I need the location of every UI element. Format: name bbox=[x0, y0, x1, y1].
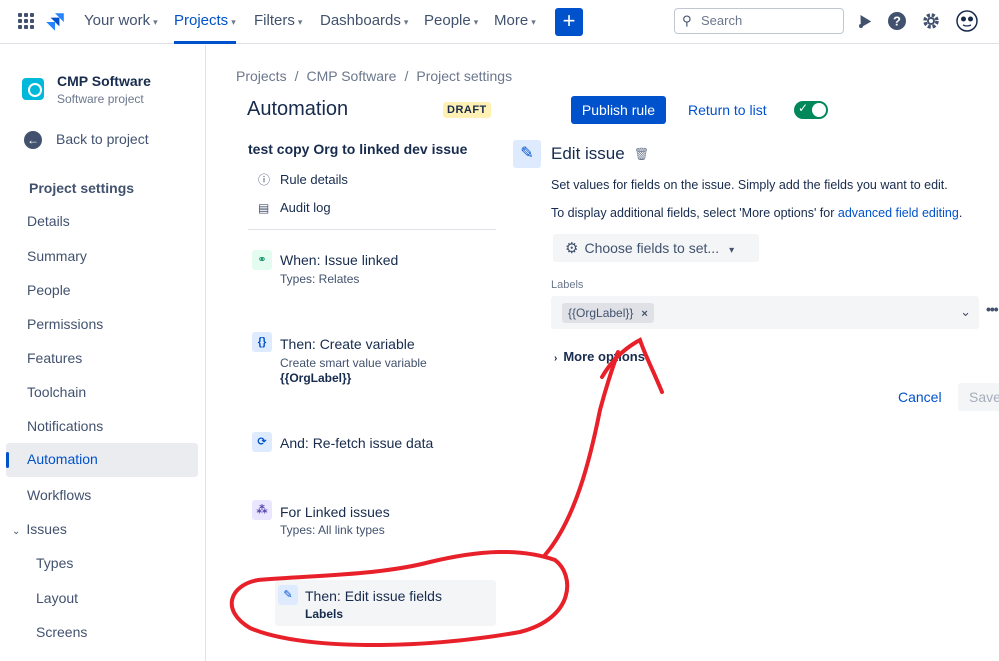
project-name: CMP Software bbox=[57, 73, 151, 89]
gear-icon: ⚙ bbox=[565, 240, 579, 257]
component-edit-field: Labels bbox=[305, 607, 344, 621]
advanced-field-editing-link[interactable]: advanced field editing bbox=[838, 206, 959, 220]
labels-field-label: Labels bbox=[551, 279, 584, 291]
refresh-icon: ⟳ bbox=[252, 432, 272, 452]
rule-name: test copy Org to linked dev issue bbox=[248, 141, 468, 157]
chevron-down-icon: ▾ bbox=[473, 17, 479, 27]
page-title: Automation bbox=[247, 98, 349, 120]
edit-panel-title: Edit issue bbox=[551, 144, 625, 163]
more-actions-icon[interactable]: ••• bbox=[986, 301, 999, 317]
component-branch-sub: Types: All link types bbox=[280, 523, 385, 537]
sidebar-item-summary[interactable]: Summary bbox=[27, 248, 87, 264]
project-avatar bbox=[22, 78, 44, 100]
divider bbox=[248, 229, 496, 230]
nav-more[interactable]: More ▾ bbox=[494, 0, 536, 44]
choose-fields-button[interactable]: ⚙ Choose fields to set... ▾ bbox=[553, 234, 759, 262]
label-chip: {{OrgLabel}} × bbox=[562, 303, 654, 323]
chevron-down-icon: ⌄ bbox=[12, 526, 21, 537]
document-icon: ▤ bbox=[258, 201, 270, 215]
component-variable-title[interactable]: Then: Create variable bbox=[280, 336, 415, 352]
component-variable-name: {{OrgLabel}} bbox=[280, 371, 352, 385]
settings-gear-icon[interactable] bbox=[920, 10, 942, 32]
component-edit-title[interactable]: Then: Edit issue fields bbox=[305, 588, 442, 604]
breadcrumb-projects[interactable]: Projects bbox=[236, 68, 287, 84]
create-button[interactable]: + bbox=[555, 8, 583, 36]
cancel-button[interactable]: Cancel bbox=[898, 389, 942, 405]
sidebar-item-workflows[interactable]: Workflows bbox=[27, 487, 91, 503]
arrow-left-icon: ← bbox=[24, 131, 42, 150]
search-icon: ⚲ bbox=[682, 13, 692, 28]
edit-description-more: To display additional fields, select 'Mo… bbox=[551, 206, 963, 220]
save-button[interactable]: Save bbox=[958, 383, 999, 411]
breadcrumb: Projects / CMP Software / Project settings bbox=[236, 68, 513, 84]
remove-chip-icon[interactable]: × bbox=[641, 308, 647, 320]
component-branch-title[interactable]: For Linked issues bbox=[280, 504, 390, 520]
trash-icon[interactable]: 🗑 bbox=[634, 147, 649, 161]
chevron-down-icon: ▾ bbox=[297, 17, 303, 27]
component-trigger-sub: Types: Relates bbox=[280, 272, 360, 286]
more-options-toggle[interactable]: › More options bbox=[554, 349, 645, 364]
notifications-icon[interactable] bbox=[853, 10, 875, 32]
chevron-down-icon: ▾ bbox=[153, 17, 158, 27]
breadcrumb-settings[interactable]: Project settings bbox=[416, 68, 512, 84]
sidebar-item-notifications[interactable]: Notifications bbox=[27, 418, 103, 434]
branch-icon: ⁂ bbox=[252, 500, 272, 520]
chevron-down-icon[interactable]: ⌄ bbox=[960, 304, 971, 320]
return-to-list-link[interactable]: Return to list bbox=[688, 102, 767, 118]
edit-description: Set values for fields on the issue. Simp… bbox=[551, 178, 948, 192]
sidebar-item-features[interactable]: Features bbox=[27, 350, 82, 366]
chevron-down-icon: ▾ bbox=[729, 245, 735, 256]
draft-badge: DRAFT bbox=[443, 102, 491, 118]
avatar[interactable] bbox=[956, 10, 978, 32]
link-icon: ⚭ bbox=[252, 250, 272, 270]
top-navigation: Your work ▾ Projects ▾ Filters ▾ Dashboards… bbox=[0, 0, 999, 44]
app-switcher-icon[interactable] bbox=[18, 13, 34, 29]
labels-select[interactable]: {{OrgLabel}} × ⌄ bbox=[551, 296, 979, 329]
project-sidebar: CMP Software Software project ← Back to p… bbox=[0, 45, 206, 661]
nav-filters[interactable]: Filters ▾ bbox=[254, 0, 302, 44]
check-icon: ✓ bbox=[798, 101, 809, 115]
component-variable-sub: Create smart value variable bbox=[280, 356, 427, 370]
jira-logo-icon[interactable] bbox=[44, 11, 66, 33]
chevron-right-icon: › bbox=[554, 353, 558, 364]
breadcrumb-project[interactable]: CMP Software bbox=[306, 68, 396, 84]
help-icon[interactable]: ? bbox=[886, 10, 908, 32]
audit-log-link[interactable]: ▤ Audit log bbox=[258, 200, 331, 215]
rule-details-link[interactable]: ⓘ Rule details bbox=[258, 171, 348, 188]
sidebar-item-details[interactable]: Details bbox=[27, 213, 70, 229]
sidebar-item-toolchain[interactable]: Toolchain bbox=[27, 384, 86, 400]
section-title: Project settings bbox=[29, 180, 135, 196]
search-input[interactable]: ⚲ Search bbox=[674, 8, 844, 34]
nav-projects[interactable]: Projects ▾ bbox=[174, 0, 236, 44]
sidebar-item-screens[interactable]: Screens bbox=[36, 624, 87, 640]
nav-your-work[interactable]: Your work ▾ bbox=[84, 0, 158, 44]
chevron-down-icon: ▾ bbox=[403, 17, 409, 27]
back-to-project-link[interactable]: ← Back to project bbox=[24, 131, 149, 150]
nav-dashboards[interactable]: Dashboards ▾ bbox=[320, 0, 408, 44]
pencil-icon: ✎ bbox=[278, 585, 298, 605]
sidebar-item-people[interactable]: People bbox=[27, 282, 71, 298]
component-refetch-title[interactable]: And: Re-fetch issue data bbox=[280, 435, 433, 451]
svg-text:?: ? bbox=[893, 14, 901, 29]
chevron-down-icon: ▾ bbox=[231, 17, 236, 27]
project-type: Software project bbox=[57, 92, 144, 106]
component-trigger-title[interactable]: When: Issue linked bbox=[280, 252, 398, 268]
info-icon: ⓘ bbox=[258, 173, 271, 187]
nav-people[interactable]: People ▾ bbox=[424, 0, 478, 44]
sidebar-item-automation[interactable]: Automation bbox=[6, 443, 198, 477]
sidebar-group-issues[interactable]: ⌄ Issues bbox=[12, 521, 67, 537]
search-placeholder: Search bbox=[701, 13, 743, 28]
publish-rule-button[interactable]: Publish rule bbox=[571, 96, 666, 124]
rule-enabled-toggle[interactable]: ✓ bbox=[794, 101, 828, 119]
sidebar-item-types[interactable]: Types bbox=[36, 555, 73, 571]
chevron-down-icon: ▾ bbox=[531, 17, 536, 27]
variable-icon: {} bbox=[252, 332, 272, 352]
pencil-icon: ✎ bbox=[513, 140, 541, 168]
sidebar-item-layout[interactable]: Layout bbox=[36, 590, 78, 606]
sidebar-item-permissions[interactable]: Permissions bbox=[27, 316, 103, 332]
